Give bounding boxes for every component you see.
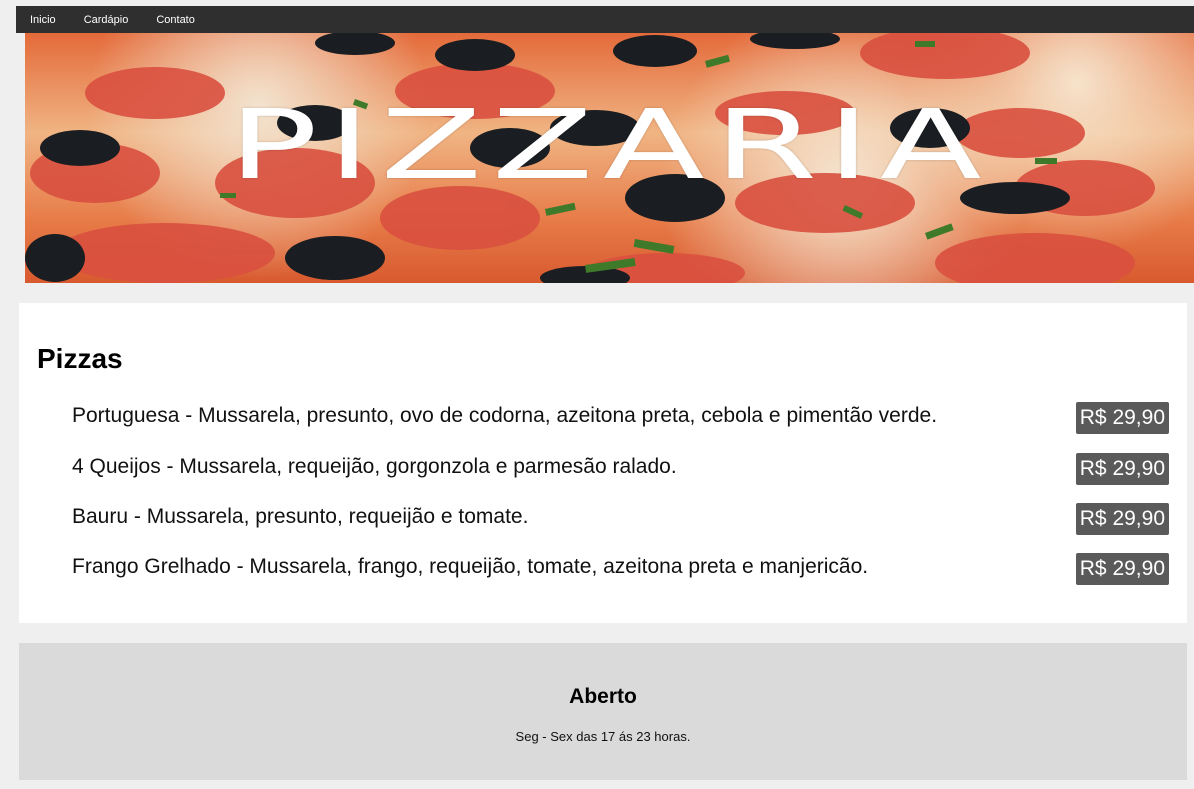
- hours-heading: Aberto: [569, 685, 637, 708]
- hours-text: Seg - Sex das 17 ás 23 horas.: [515, 729, 691, 744]
- price-badge: R$ 29,90: [1075, 503, 1169, 535]
- price-badge: R$ 29,90: [1075, 402, 1169, 434]
- menu-section: Pizzas Portuguesa - Mussarela, presunto,…: [19, 303, 1187, 623]
- menu-item-description: Bauru - Mussarela, presunto, requeijão e…: [72, 505, 529, 528]
- nav-link-contato[interactable]: Contato: [156, 14, 195, 26]
- menu-item: Portuguesa - Mussarela, presunto, ovo de…: [72, 402, 1169, 442]
- hero-banner: PIZZARIA: [25, 33, 1194, 283]
- menu-item: 4 Queijos - Mussarela, requeijão, gorgon…: [72, 453, 1169, 493]
- nav-link-cardapio[interactable]: Cardápio: [84, 14, 129, 26]
- hero-title: PIZZARIA: [228, 89, 991, 201]
- menu-heading: Pizzas: [37, 343, 123, 374]
- price-badge: R$ 29,90: [1075, 453, 1169, 485]
- menu-item-description: 4 Queijos - Mussarela, requeijão, gorgon…: [72, 455, 677, 478]
- price-badge: R$ 29,90: [1075, 553, 1169, 585]
- top-nav: Inicio Cardápio Contato: [16, 6, 1194, 33]
- menu-item-description: Frango Grelhado - Mussarela, frango, req…: [72, 555, 869, 578]
- menu-item-description: Portuguesa - Mussarela, presunto, ovo de…: [72, 404, 938, 427]
- nav-link-inicio[interactable]: Inicio: [30, 14, 56, 26]
- hours-footer: Aberto Seg - Sex das 17 ás 23 horas.: [19, 643, 1187, 780]
- menu-item: Frango Grelhado - Mussarela, frango, req…: [72, 553, 1169, 593]
- menu-item: Bauru - Mussarela, presunto, requeijão e…: [72, 503, 1169, 543]
